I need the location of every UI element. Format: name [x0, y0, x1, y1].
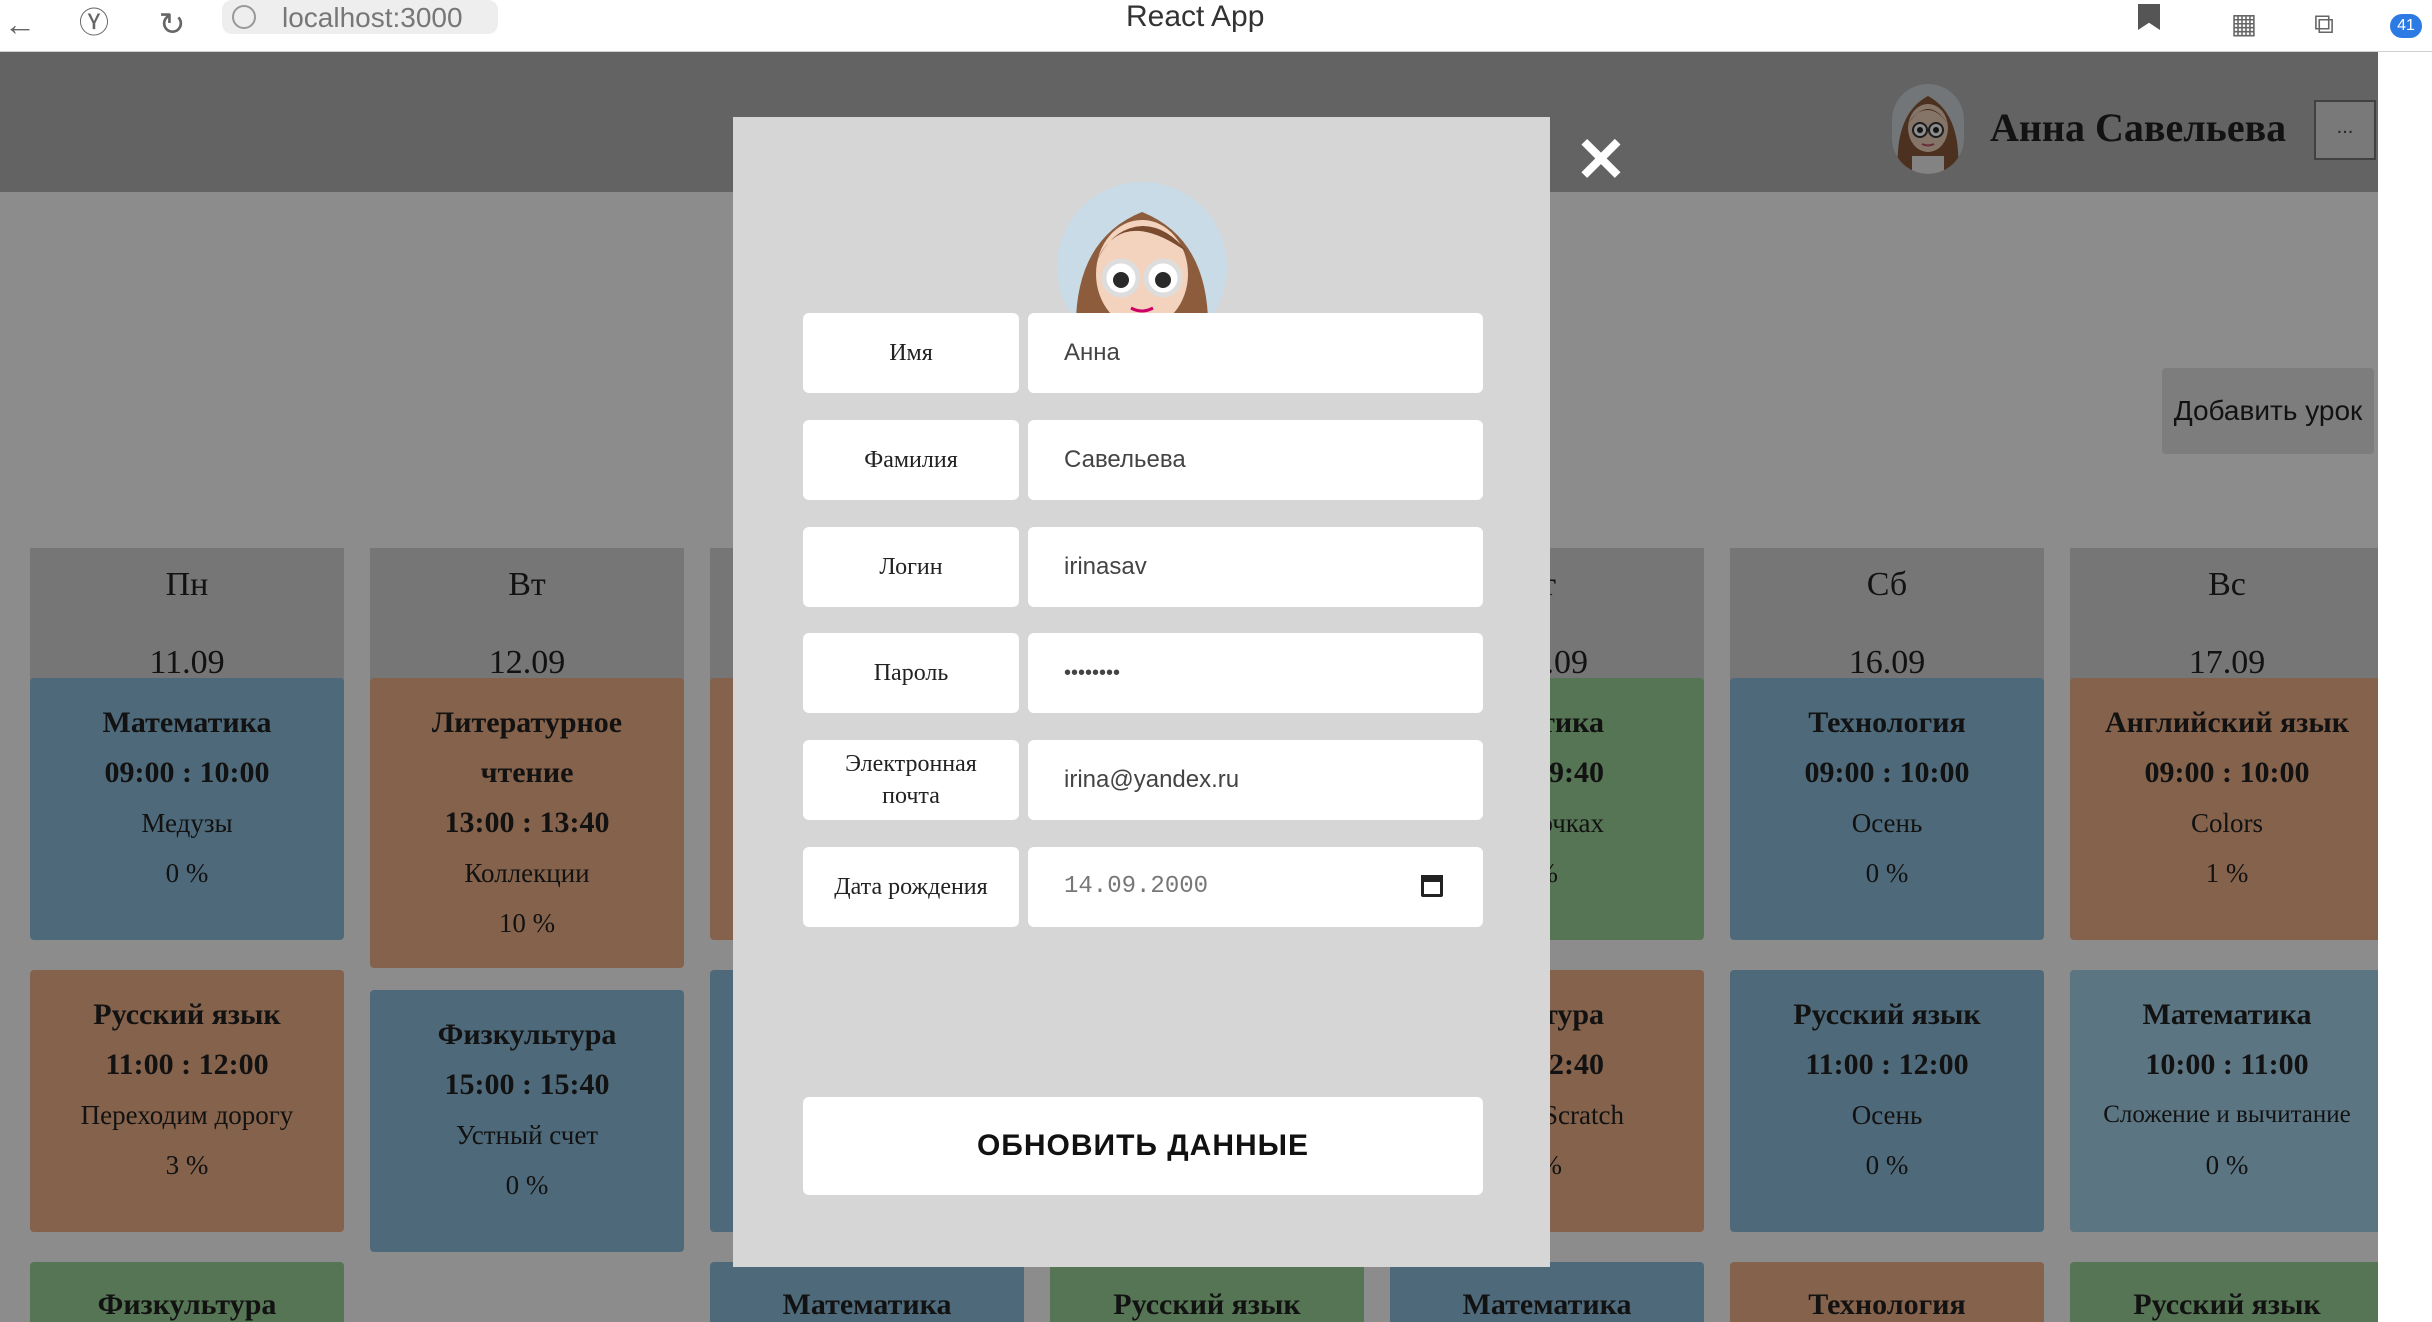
address-bar[interactable]: localhost:3000 [222, 0, 498, 34]
qr-code-icon[interactable]: ▦ [2224, 4, 2264, 44]
close-icon[interactable]: ✕ [1574, 130, 1628, 192]
reload-icon[interactable]: ↻ [152, 4, 192, 44]
form-row-birthdate: Дата рождения 14.09.2000 [803, 847, 1483, 927]
field-label: Пароль [803, 633, 1019, 713]
form-row-last-name: Фамилия [803, 420, 1483, 500]
field-label: Имя [803, 313, 1019, 393]
browser-tab-title: React App [1126, 0, 1265, 33]
bookmark-icon[interactable] [2138, 4, 2160, 30]
extension-icon[interactable]: ⧉ [2304, 4, 2344, 44]
first-name-input[interactable] [1028, 313, 1483, 393]
calendar-icon[interactable] [1421, 875, 1443, 897]
birthdate-value: 14.09.2000 [1064, 873, 1209, 900]
form-row-first-name: Имя [803, 313, 1483, 393]
field-label-line: почта [882, 783, 940, 809]
field-label: Дата рождения [803, 847, 1019, 927]
url-text: localhost:3000 [282, 2, 463, 33]
email-input[interactable] [1028, 740, 1483, 820]
browser-toolbar: ← Ⓨ ↻ localhost:3000 React App ▦ ⧉ 41 [0, 0, 2432, 52]
form-row-login: Логин [803, 527, 1483, 607]
update-data-button[interactable]: ОБНОВИТЬ ДАННЫЕ [803, 1097, 1483, 1195]
globe-icon [232, 5, 256, 29]
birthdate-input[interactable]: 14.09.2000 [1028, 847, 1483, 927]
form-row-password: Пароль [803, 633, 1483, 713]
field-label-line: Электронная [845, 751, 977, 777]
yandex-icon[interactable]: Ⓨ [74, 4, 114, 44]
profile-edit-modal: Имя Фамилия Логин Пароль Электронная поч… [733, 117, 1550, 1267]
password-input[interactable] [1028, 633, 1483, 713]
app-root: ← Ⓨ ↻ localhost:3000 React App ▦ ⧉ 41 Ан… [0, 0, 2432, 1322]
field-label: Логин [803, 527, 1019, 607]
field-label: Электронная почта [803, 740, 1019, 820]
notification-badge[interactable]: 41 [2390, 14, 2422, 38]
last-name-input[interactable] [1028, 420, 1483, 500]
form-row-email: Электронная почта [803, 740, 1483, 820]
field-label: Фамилия [803, 420, 1019, 500]
login-input[interactable] [1028, 527, 1483, 607]
back-arrow-icon[interactable]: ← [0, 4, 40, 44]
